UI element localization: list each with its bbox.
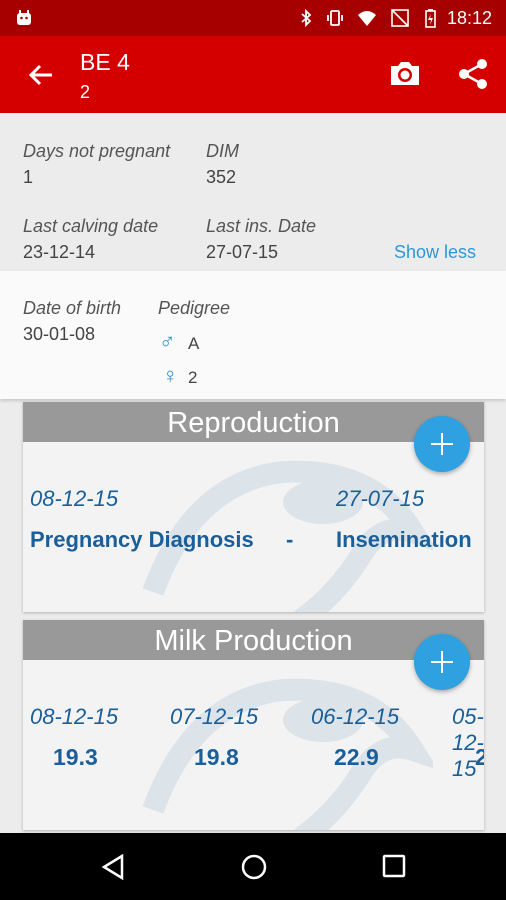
back-arrow-icon[interactable] [26, 60, 56, 90]
dob-label: Date of birth [23, 298, 122, 318]
add-reproduction-button[interactable] [414, 416, 470, 472]
android-notification-icon [17, 10, 31, 25]
navigation-bar [0, 833, 506, 900]
dob-value: 30-01-08 [23, 324, 96, 344]
days-not-pregnant-value: 1 [23, 167, 34, 187]
reproduction-event[interactable]: Insemination [336, 527, 472, 553]
cow-watermark-icon [142, 678, 433, 830]
days-not-pregnant-label: Days not pregnant [23, 141, 171, 161]
share-icon[interactable] [457, 57, 489, 91]
dim-value: 352 [206, 167, 237, 187]
reproduction-event-extra: - [286, 527, 294, 552]
summary-section: Days not pregnant 1 DIM 352 Last calving… [0, 113, 506, 271]
show-less-link[interactable]: Show less [394, 242, 476, 263]
back-nav-icon[interactable] [100, 853, 126, 881]
female-symbol-icon: ♀ [162, 363, 179, 388]
pedigree-sire-value: A [188, 334, 200, 353]
status-bar: 18:12 [0, 0, 506, 36]
reproduction-date: 27-07-15 [336, 486, 425, 511]
page-subtitle: 2 [80, 82, 91, 102]
milk-date: 08-12-15 [30, 704, 119, 729]
milk-date: 06-12-15 [311, 704, 400, 729]
last-ins-label: Last ins. Date [206, 216, 317, 236]
no-signal-icon [391, 9, 409, 27]
add-milk-production-button[interactable] [414, 634, 470, 690]
clock: 18:12 [446, 8, 492, 28]
last-ins-value: 27-07-15 [206, 242, 279, 262]
milk-value: 2 [475, 744, 484, 770]
milk-production-card: Milk Production 08-12-15 19.3 07-12-15 1… [23, 620, 484, 830]
reproduction-date: 08-12-15 [30, 486, 119, 511]
pedigree-dam-value: 2 [188, 368, 198, 387]
battery-charging-icon [425, 9, 436, 28]
milk-value: 19.3 [53, 744, 98, 770]
home-nav-icon[interactable] [240, 853, 268, 881]
recents-nav-icon[interactable] [382, 854, 406, 878]
pedigree-label: Pedigree [158, 298, 231, 318]
male-symbol-icon: ♂ [159, 329, 176, 354]
milk-value: 19.8 [194, 744, 239, 770]
milk-value: 22.9 [334, 744, 379, 770]
reproduction-event[interactable]: Pregnancy Diagnosis [30, 527, 254, 553]
last-calving-label: Last calving date [23, 216, 159, 236]
camera-icon[interactable] [388, 58, 422, 88]
app-bar: BE 4 2 [0, 36, 506, 113]
dim-label: DIM [206, 141, 239, 161]
page-title: BE 4 [80, 49, 130, 75]
milk-date: 07-12-15 [170, 704, 259, 729]
reproduction-card: Reproduction 08-12-15 Pregnancy Diagnosi… [23, 402, 484, 612]
vibrate-icon [327, 10, 343, 26]
detail-section: Date of birth 30-01-08 Pedigree ♂ A ♀ 2 [0, 271, 506, 399]
last-calving-value: 23-12-14 [23, 242, 96, 262]
wifi-icon [358, 11, 376, 26]
bluetooth-icon [301, 8, 312, 28]
